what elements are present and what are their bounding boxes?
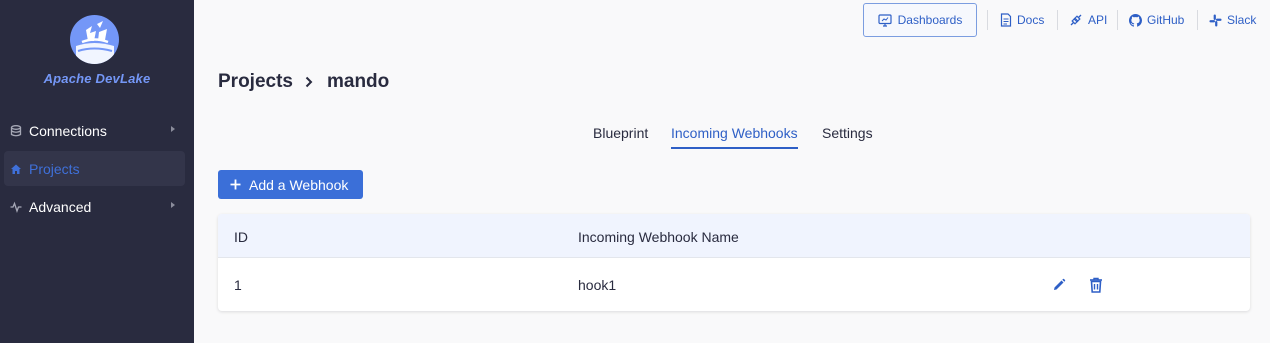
pulse-icon <box>9 200 23 214</box>
sidebar-item-label: Advanced <box>29 198 92 215</box>
add-webhook-button[interactable]: Add a Webhook <box>218 170 363 199</box>
dashboards-button[interactable]: Dashboards <box>863 3 977 37</box>
plus-icon <box>230 179 241 190</box>
sidebar: Apache DevLake Connections Projects Adva… <box>0 0 194 343</box>
breadcrumb: Projects mando <box>218 71 389 93</box>
page-title: mando <box>326 71 390 92</box>
delete-icon[interactable] <box>1086 275 1106 295</box>
tab-incoming-webhooks[interactable]: Incoming Webhooks <box>671 125 798 149</box>
sidebar-item-label: Connections <box>29 122 107 139</box>
dashboards-label: Dashboards <box>897 13 963 27</box>
tab-blueprint[interactable]: Blueprint <box>593 125 648 149</box>
sidebar-item-advanced[interactable]: Advanced <box>4 189 185 224</box>
devlake-logo[interactable] <box>70 15 119 64</box>
table-row: 1 hook1 <box>218 258 1250 311</box>
caret-right-icon <box>171 202 175 208</box>
slack-link[interactable]: Slack <box>1209 12 1256 28</box>
slack-label: Slack <box>1227 13 1257 27</box>
table-header: ID Incoming Webhook Name <box>218 214 1250 258</box>
webhook-name: hook1 <box>578 277 617 293</box>
divider <box>1057 10 1058 30</box>
api-label: API <box>1088 13 1108 27</box>
github-icon <box>1129 13 1142 27</box>
divider <box>1117 10 1118 30</box>
divider <box>987 10 988 30</box>
slack-icon <box>1209 13 1222 27</box>
caret-right-icon <box>171 126 175 132</box>
webhooks-table: ID Incoming Webhook Name 1 hook1 <box>218 214 1250 311</box>
github-link[interactable]: GitHub <box>1129 12 1184 28</box>
column-header-name: Incoming Webhook Name <box>578 229 739 245</box>
divider <box>1197 10 1198 30</box>
tab-settings[interactable]: Settings <box>822 125 873 149</box>
api-link[interactable]: API <box>1069 12 1107 28</box>
column-header-id: ID <box>234 229 248 245</box>
github-label: GitHub <box>1147 13 1185 27</box>
webhook-id: 1 <box>234 277 242 293</box>
brand-name: Apache DevLake <box>43 71 151 86</box>
edit-icon[interactable] <box>1049 275 1069 295</box>
sidebar-item-label: Projects <box>29 160 80 177</box>
document-icon <box>1000 13 1012 27</box>
database-icon <box>9 124 23 138</box>
docs-link[interactable]: Docs <box>1000 12 1044 28</box>
chevron-right-icon <box>305 76 313 88</box>
docs-label: Docs <box>1017 13 1045 27</box>
breadcrumb-projects-link[interactable]: Projects <box>218 71 293 93</box>
add-webhook-label: Add a Webhook <box>249 176 349 193</box>
sidebar-item-connections[interactable]: Connections <box>4 113 185 148</box>
sidebar-item-projects[interactable]: Projects <box>4 151 185 186</box>
api-icon <box>1070 14 1082 26</box>
home-icon <box>9 162 23 176</box>
monitor-icon <box>878 13 892 27</box>
